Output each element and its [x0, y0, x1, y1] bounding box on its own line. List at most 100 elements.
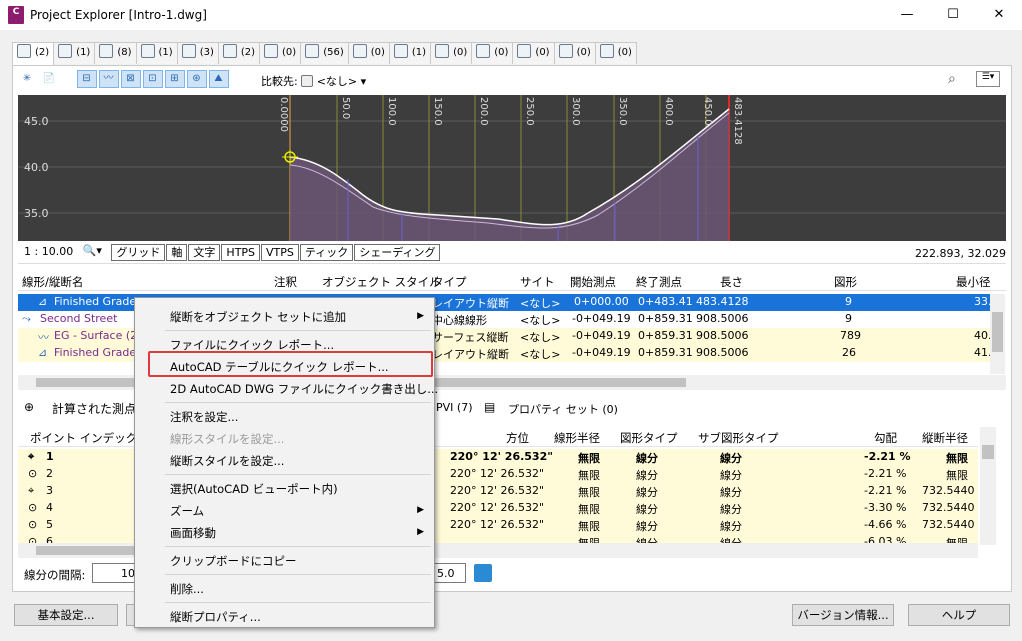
station-label: 350.0 — [617, 97, 628, 126]
profile-icon: ⊿ — [38, 295, 48, 308]
menu-item-add-to-object-set[interactable]: 縦断をオブジェクト セットに追加 — [170, 309, 346, 325]
profile-graph[interactable]: 45.0 40.0 35.0 0.0000 50.0 100.0 150.0 2… — [18, 95, 1006, 241]
htps-toggle-button[interactable]: HTPS — [221, 244, 261, 261]
tab-fittings[interactable]: (0) — [471, 42, 514, 64]
points-vertical-scrollbar[interactable] — [980, 427, 996, 545]
elevation-label-45: 45.0 — [24, 115, 49, 128]
tab-catchments[interactable]: (0) — [553, 42, 596, 64]
help-button[interactable]: ヘルプ — [908, 604, 1010, 626]
tab-alignments[interactable]: (2) — [12, 42, 55, 66]
settings-button[interactable]: 基本設定... — [14, 604, 118, 626]
menu-item-set-profile-style[interactable]: 縦断スタイルを設定... — [170, 453, 284, 469]
maximize-button[interactable]: ☐ — [930, 0, 976, 30]
menu-item-set-annotation[interactable]: 注釈を設定... — [170, 409, 238, 425]
close-button[interactable]: ✕ — [976, 0, 1022, 30]
col-header-min[interactable]: 最小径 — [956, 274, 991, 290]
grid-vertical-scrollbar[interactable] — [990, 294, 1005, 374]
tab-surfaces[interactable]: (1) — [135, 42, 178, 64]
object-set-icon — [599, 44, 614, 58]
col-header-start[interactable]: 開始測点 — [570, 274, 616, 290]
station-label: 150.0 — [432, 97, 443, 126]
compare-label: 比較先: <なし> ▾ — [261, 75, 367, 88]
submenu-arrow-icon: ▶ — [417, 311, 424, 321]
elevation-label-35: 35.0 — [24, 207, 49, 220]
col-header-length[interactable]: 長さ — [720, 274, 743, 290]
search-icon[interactable]: ⌕ — [948, 71, 956, 87]
menu-item-pan[interactable]: 画面移動 — [170, 525, 216, 541]
menu-item-delete[interactable]: 削除... — [170, 581, 204, 597]
view-mode-7-icon[interactable]: ⛰ — [208, 70, 229, 88]
zoom-icon[interactable]: 🔍▾ — [83, 244, 102, 257]
vtps-toggle-button[interactable]: VTPS — [261, 244, 299, 261]
profile-icon: 〰 — [38, 331, 49, 344]
view-mode-5-icon[interactable]: ⊞ — [164, 70, 185, 88]
lock-icon[interactable] — [474, 564, 492, 582]
table-icon: ▤ — [484, 400, 496, 414]
point-icon: ⊙ — [28, 501, 38, 514]
tab-parcels[interactable]: (2) — [217, 42, 261, 64]
crosshair-icon: ⊕ — [24, 400, 35, 414]
tab-structures[interactable]: (1) — [388, 42, 432, 64]
view-mode-2-icon[interactable]: 〰 — [98, 70, 119, 88]
interval-input-2[interactable]: 5.0 — [432, 563, 466, 583]
profile-icon: ⊿ — [38, 346, 48, 359]
catchment-icon — [558, 44, 573, 58]
submenu-arrow-icon: ▶ — [417, 505, 424, 515]
new-profile-icon[interactable]: 📄 — [39, 70, 59, 88]
tab-sample-lines[interactable]: (3) — [176, 42, 219, 64]
view-mode-6-icon[interactable]: ⊛ — [186, 70, 207, 88]
view-mode-3-icon[interactable]: ⊠ — [120, 70, 141, 88]
feature-line-icon — [264, 44, 279, 58]
highlight-annotation-box — [148, 351, 433, 377]
tab-pipes[interactable]: (56) — [300, 42, 349, 64]
version-button[interactable]: バージョン情報... — [792, 604, 894, 626]
tab-property-sets[interactable]: プロパティ セット (0) — [508, 401, 618, 417]
menu-item-profile-properties[interactable]: 縦断プロパティ... — [170, 609, 261, 625]
col-header-name[interactable]: 線形/縦断名 — [22, 274, 83, 290]
station-label-end: 483.4128 — [732, 97, 743, 145]
menu-item-quick-export-dwg[interactable]: 2D AutoCAD DWG ファイルにクイック書き出し... — [170, 381, 438, 397]
point-icon: ⊙ — [28, 535, 38, 543]
layout-menu-icon[interactable]: ☰▾ — [976, 71, 1000, 87]
view-mode-4-icon[interactable]: ⊡ — [142, 70, 163, 88]
tab-pressure-pipes[interactable]: (0) — [430, 42, 473, 64]
grid-toggle-button[interactable]: グリッド — [111, 244, 166, 261]
text-toggle-button[interactable]: 文字 — [188, 244, 221, 261]
interval-label: 線分の間隔: — [24, 568, 86, 582]
tab-computed-stations[interactable]: 計算された測点 — [52, 400, 136, 417]
fitting-icon — [476, 44, 491, 58]
compare-dropdown[interactable]: <なし> — [317, 75, 357, 88]
col-header-end[interactable]: 終了測点 — [636, 274, 682, 290]
menu-item-set-alignment-style: 線形スタイルを設定... — [170, 432, 285, 446]
menu-item-select-in-viewport[interactable]: 選択(AutoCAD ビューポート内) — [170, 481, 338, 497]
tab-object-sets[interactable]: (0) — [594, 42, 637, 64]
tab-corridors[interactable]: (1) — [53, 42, 96, 64]
axis-toggle-button[interactable]: 軸 — [166, 244, 188, 261]
tab-pvi[interactable]: PVI (7) — [436, 401, 472, 414]
col-header-shapes[interactable]: 図形 — [834, 274, 857, 290]
menu-item-copy-clipboard[interactable]: クリップボードにコピー — [170, 553, 297, 569]
station-label: 0.0000 — [278, 97, 289, 132]
col-header-type[interactable]: タイプ — [432, 274, 467, 290]
assembly-icon — [99, 44, 114, 58]
tab-feature-lines[interactable]: (0) — [259, 42, 302, 64]
tab-assemblies[interactable]: (8) — [94, 42, 137, 64]
tab-appurtenances[interactable]: (0) — [512, 42, 555, 64]
pipe-icon — [305, 44, 320, 58]
corridor-icon — [58, 44, 73, 58]
parcel-icon — [222, 44, 237, 58]
tick-toggle-button[interactable]: ティック — [299, 244, 354, 261]
menu-item-zoom[interactable]: ズーム — [170, 503, 204, 519]
minimize-button[interactable]: — — [884, 0, 930, 30]
shading-toggle-button[interactable]: シェーディング — [354, 244, 441, 261]
view-mode-1-icon[interactable]: ⊟ — [76, 70, 97, 88]
interval-input[interactable]: 10 — [92, 563, 136, 583]
point-icon: ⊙ — [28, 518, 38, 531]
col-header-site[interactable]: サイト — [520, 274, 555, 290]
col-header-style[interactable]: オブジェクト スタイル — [322, 274, 441, 290]
col-header-note[interactable]: 注釈 — [274, 274, 297, 290]
surface-icon — [140, 44, 155, 58]
new-alignment-icon[interactable]: ✳ — [17, 70, 37, 88]
tab-gradings[interactable]: (0) — [347, 42, 390, 64]
alignment-icon: ⤳ — [22, 312, 31, 325]
